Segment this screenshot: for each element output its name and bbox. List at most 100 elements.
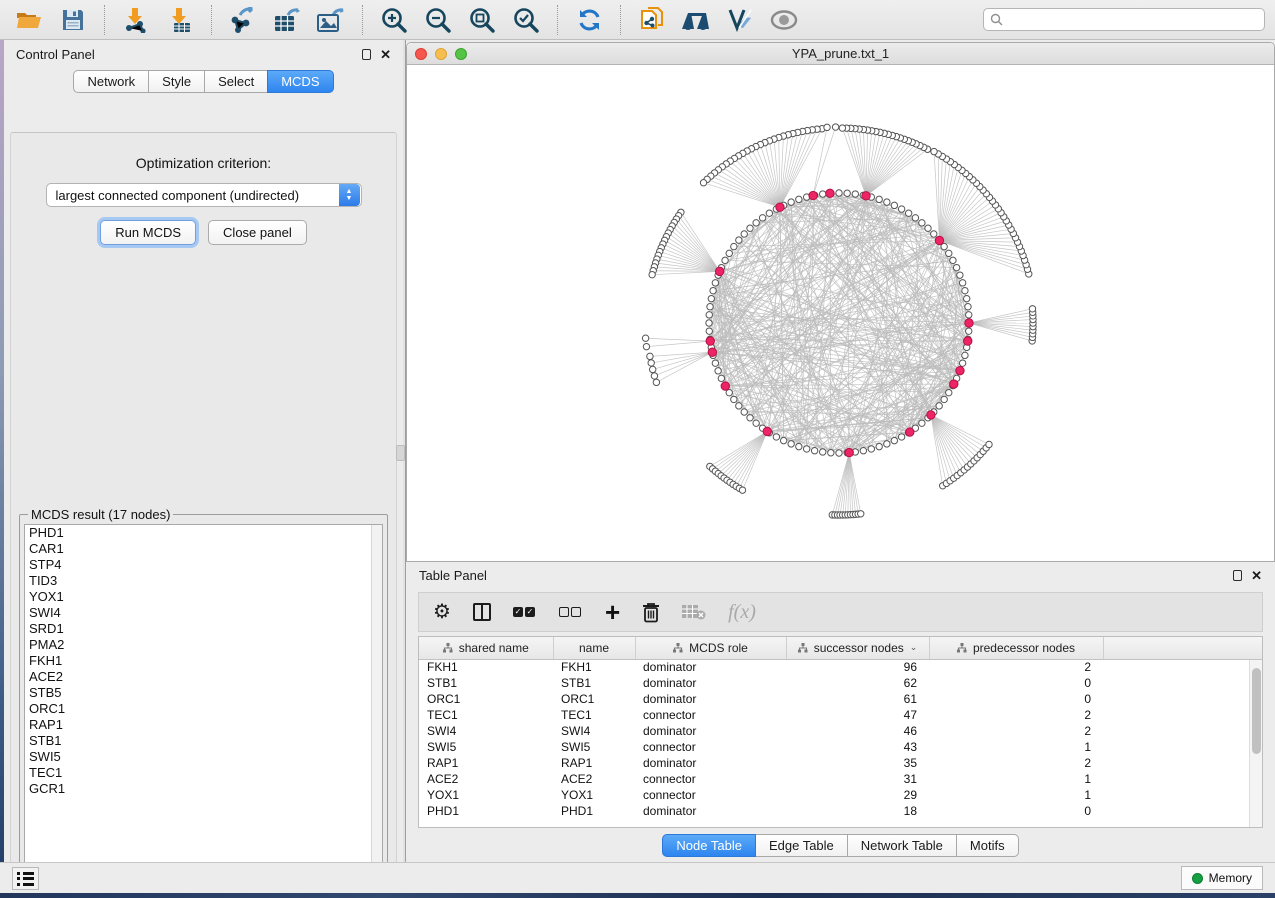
- network-node[interactable]: [931, 148, 937, 154]
- network-node[interactable]: [759, 215, 765, 221]
- network-node[interactable]: [959, 280, 965, 286]
- table-row[interactable]: STB1STB1dominator620: [419, 675, 1263, 691]
- network-node[interactable]: [747, 415, 753, 421]
- function-builder-button[interactable]: f(x): [728, 601, 756, 624]
- mcds-hub-node[interactable]: [715, 267, 723, 275]
- network-node[interactable]: [788, 441, 794, 447]
- mcds-hub-node[interactable]: [706, 337, 714, 345]
- table-row[interactable]: ACE2ACE2connector311: [419, 771, 1263, 787]
- float-panel-icon[interactable]: [1233, 570, 1242, 581]
- network-node[interactable]: [919, 420, 925, 426]
- column-header-predecessor-nodes[interactable]: predecessor nodes: [929, 637, 1103, 659]
- export-table-button[interactable]: [268, 4, 306, 36]
- mcds-hub-node[interactable]: [935, 236, 943, 244]
- zoom-in-button[interactable]: [375, 4, 413, 36]
- search-field[interactable]: [983, 8, 1265, 31]
- network-node[interactable]: [852, 191, 858, 197]
- network-node[interactable]: [950, 257, 956, 263]
- save-session-button[interactable]: [54, 4, 92, 36]
- network-node[interactable]: [858, 511, 864, 517]
- export-image-button[interactable]: [312, 4, 350, 36]
- mcds-hub-node[interactable]: [965, 319, 973, 327]
- table-row[interactable]: RAP1RAP1dominator352: [419, 755, 1263, 771]
- add-column-button[interactable]: +: [605, 599, 620, 625]
- tab-node-table[interactable]: Node Table: [662, 834, 756, 857]
- mcds-result-item[interactable]: SRD1: [25, 621, 382, 637]
- network-node[interactable]: [931, 231, 937, 237]
- tab-motifs[interactable]: Motifs: [956, 834, 1019, 857]
- mcds-result-item[interactable]: STB5: [25, 685, 382, 701]
- network-node[interactable]: [820, 449, 826, 455]
- table-row[interactable]: FKH1FKH1dominator962: [419, 659, 1263, 675]
- network-node[interactable]: [953, 264, 959, 270]
- table-row[interactable]: TEC1TEC1connector472: [419, 707, 1263, 723]
- run-mcds-button[interactable]: Run MCDS: [100, 220, 196, 245]
- network-node[interactable]: [796, 196, 802, 202]
- close-panel-icon[interactable]: ✕: [1251, 569, 1262, 582]
- mcds-hub-node[interactable]: [721, 382, 729, 390]
- network-node[interactable]: [891, 437, 897, 443]
- mcds-result-item[interactable]: SWI4: [25, 605, 382, 621]
- mcds-hub-node[interactable]: [906, 428, 914, 436]
- mcds-hub-node[interactable]: [927, 411, 935, 419]
- network-node[interactable]: [941, 396, 947, 402]
- float-panel-icon[interactable]: [362, 49, 371, 60]
- export-network-button[interactable]: [224, 4, 262, 36]
- deselect-all-rows-button[interactable]: [559, 607, 583, 617]
- split-columns-button[interactable]: [473, 603, 491, 621]
- network-node[interactable]: [642, 335, 648, 341]
- zoom-selected-button[interactable]: [507, 4, 545, 36]
- network-node[interactable]: [839, 125, 845, 131]
- table-row[interactable]: SWI5SWI5connector431: [419, 739, 1263, 755]
- table-settings-button[interactable]: ⚙: [433, 602, 451, 622]
- mcds-hub-node[interactable]: [809, 191, 817, 199]
- delete-table-button[interactable]: [682, 604, 706, 620]
- network-node[interactable]: [884, 441, 890, 447]
- network-node[interactable]: [912, 215, 918, 221]
- network-node[interactable]: [962, 287, 968, 293]
- mcds-result-item[interactable]: ACE2: [25, 669, 382, 685]
- tab-edge-table[interactable]: Edge Table: [755, 834, 848, 857]
- network-node[interactable]: [643, 343, 649, 349]
- mcds-hub-node[interactable]: [708, 348, 716, 356]
- network-node[interactable]: [876, 443, 882, 449]
- network-node[interactable]: [905, 210, 911, 216]
- network-node[interactable]: [766, 210, 772, 216]
- scrollbar-thumb[interactable]: [1252, 668, 1261, 754]
- network-node[interactable]: [966, 312, 972, 318]
- mcds-result-item[interactable]: STP4: [25, 557, 382, 573]
- network-node[interactable]: [946, 389, 952, 395]
- column-header-name[interactable]: name: [553, 637, 635, 659]
- column-header-successor-nodes[interactable]: successor nodes⌄: [786, 637, 929, 659]
- show-details-button[interactable]: [765, 4, 803, 36]
- table-row[interactable]: ORC1ORC1dominator610: [419, 691, 1263, 707]
- network-node[interactable]: [1029, 306, 1035, 312]
- network-node[interactable]: [965, 304, 971, 310]
- network-node[interactable]: [753, 220, 759, 226]
- network-node[interactable]: [860, 447, 866, 453]
- network-node[interactable]: [653, 379, 659, 385]
- criterion-dropdown[interactable]: largest connected component (undirected)…: [46, 183, 362, 207]
- mcds-result-item[interactable]: YOX1: [25, 589, 382, 605]
- network-node[interactable]: [650, 366, 656, 372]
- network-node[interactable]: [741, 409, 747, 415]
- network-node[interactable]: [706, 328, 712, 334]
- network-node[interactable]: [708, 295, 714, 301]
- tab-network-table[interactable]: Network Table: [847, 834, 957, 857]
- open-file-button[interactable]: [10, 4, 48, 36]
- network-node[interactable]: [868, 446, 874, 452]
- network-node[interactable]: [884, 199, 890, 205]
- network-node[interactable]: [651, 373, 657, 379]
- network-node[interactable]: [753, 420, 759, 426]
- network-node[interactable]: [788, 199, 794, 205]
- network-node[interactable]: [796, 443, 802, 449]
- mcds-result-item[interactable]: ORC1: [25, 701, 382, 717]
- zoom-fit-button[interactable]: [463, 4, 501, 36]
- column-header-shared-name[interactable]: shared name: [419, 637, 553, 659]
- network-node[interactable]: [925, 225, 931, 231]
- refresh-layout-button[interactable]: [570, 4, 608, 36]
- network-node[interactable]: [647, 353, 653, 359]
- network-node[interactable]: [731, 243, 737, 249]
- column-header-MCDS-role[interactable]: MCDS role: [635, 637, 786, 659]
- network-node[interactable]: [963, 295, 969, 301]
